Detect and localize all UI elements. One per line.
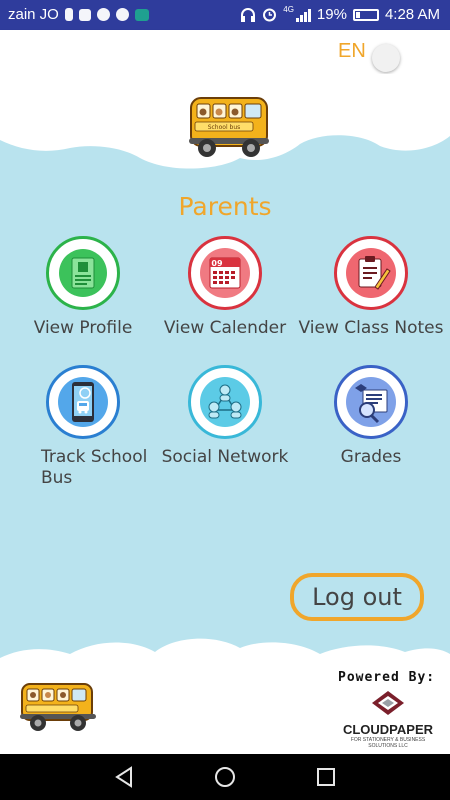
clock: 4:28 AM: [384, 6, 440, 23]
navigation-bar: [0, 754, 450, 800]
view-calender-circle: 09: [188, 236, 262, 310]
view-calender-tile[interactable]: 09 View Calender: [150, 236, 300, 339]
headphones-icon: [241, 7, 256, 22]
school-bus-logo: School bus: [189, 97, 269, 157]
battery-icon: [352, 8, 379, 21]
battery-percent: 19%: [316, 6, 347, 23]
brand-name: CLOUDPAPER: [342, 722, 434, 737]
home-icon[interactable]: [213, 765, 237, 789]
calendar-icon: 09: [200, 248, 250, 298]
view-class-notes-label: View Class Notes: [298, 318, 444, 338]
track-school-bus-circle: [46, 365, 120, 439]
view-class-notes-circle: [334, 236, 408, 310]
track-school-bus-label: Track School Bus: [41, 447, 148, 488]
signal-icon: [295, 8, 311, 22]
network-type-label: 4G: [283, 5, 294, 14]
view-profile-circle: [46, 236, 120, 310]
carrier-label: zain JO: [8, 6, 59, 23]
social-network-label: Social Network: [161, 447, 289, 467]
section-title: Parents: [178, 192, 272, 221]
language-toggle[interactable]: [372, 44, 400, 72]
profile-card-icon: [59, 249, 107, 297]
status-bar: zain JO 4G 19% 4:28 AM: [0, 0, 450, 30]
footer-school-bus-icon: [20, 683, 96, 731]
view-class-notes-tile[interactable]: View Class Notes: [296, 236, 446, 339]
back-icon[interactable]: [112, 765, 136, 789]
network-icon: [200, 377, 250, 427]
cloudpaper-mark-icon: [372, 691, 404, 715]
social-network-tile[interactable]: Social Network: [150, 365, 300, 468]
logout-button[interactable]: Log out: [290, 573, 424, 621]
bus-sign-text: School bus: [208, 124, 241, 131]
social-network-circle: [188, 365, 262, 439]
view-calender-label: View Calender: [163, 318, 287, 338]
grades-circle: [334, 365, 408, 439]
grades-tile[interactable]: Grades: [296, 365, 446, 468]
track-school-bus-tile[interactable]: Track School Bus: [8, 365, 158, 489]
battery-saver-icon: [64, 8, 73, 21]
top-bar: EN: [0, 30, 450, 74]
alarm-icon: [263, 8, 277, 22]
recents-icon[interactable]: [314, 765, 338, 789]
clipboard-icon: [346, 248, 396, 298]
pinterest-icon: [115, 8, 129, 21]
powered-by-label: Powered By:: [338, 670, 436, 685]
app-icon: [134, 8, 149, 21]
grades-icon: [346, 377, 396, 427]
grades-label: Grades: [340, 447, 402, 467]
cloudpaper-logo: CLOUDPAPER FOR STATIONERY & BUSINESS SOL…: [338, 690, 438, 749]
battery-fill: [355, 11, 360, 18]
hotspot-icon: [96, 8, 110, 21]
language-label: EN: [338, 40, 366, 62]
view-profile-tile[interactable]: View Profile: [8, 236, 158, 339]
view-profile-label: View Profile: [33, 318, 133, 338]
calendar-day-text: 09: [211, 259, 223, 268]
phone-bus-icon: [58, 377, 108, 427]
image-icon: [78, 8, 91, 21]
brand-subtitle: FOR STATIONERY & BUSINESS SOLUTIONS LLC: [350, 737, 426, 749]
